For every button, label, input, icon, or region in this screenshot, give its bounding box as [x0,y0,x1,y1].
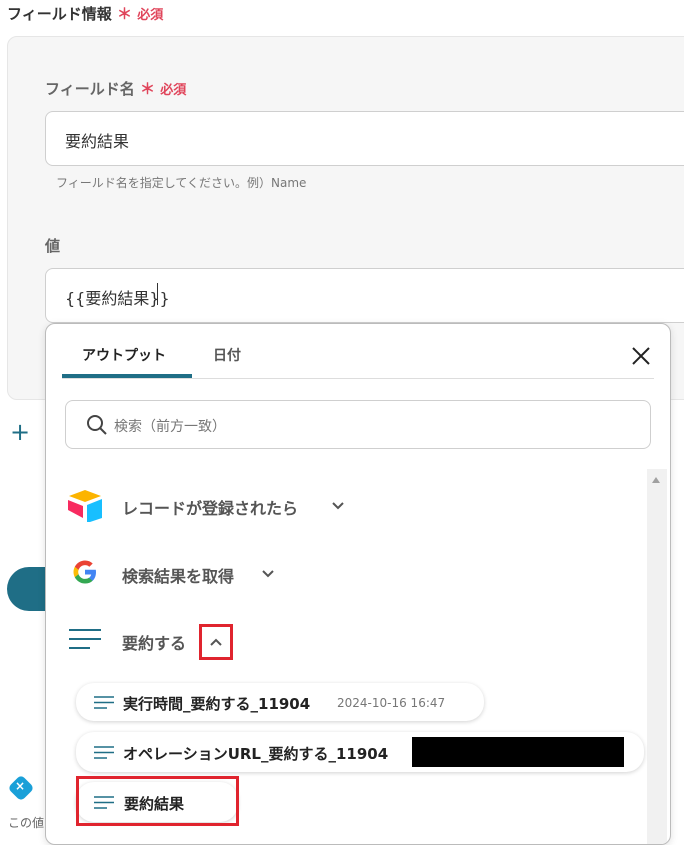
search-icon [87,415,107,435]
required-text: 必須 [137,8,164,23]
app-logo-glyph: × [15,779,26,793]
value-input[interactable]: {{要約結果}} [45,268,684,323]
close-icon[interactable] [630,345,652,367]
airtable-logo-icon [68,490,102,522]
lines-icon [94,746,114,759]
item-meta: 2024-10-16 16:47 [337,696,446,710]
tab-output[interactable]: アウトプット [82,345,166,365]
variable-dropdown: アウトプット 日付 検索（前方一致） レコードが登録されたら 検索結果を取得 要… [45,323,671,845]
field-name-label: フィールド名 ＊ 必須 [45,78,186,99]
highlight-box [76,776,239,826]
lines-icon [69,629,101,649]
google-logo-icon [73,560,96,584]
scroll-up-arrow-icon[interactable] [652,477,660,483]
group-label-summarize[interactable]: 要約する [122,630,186,654]
chevron-down-icon[interactable] [261,569,275,579]
section-title-text: フィールド情報 [7,5,112,23]
text-cursor [157,283,158,305]
required-mark: ＊ [116,5,132,23]
field-name-value: 要約結果 [65,132,130,151]
search-input[interactable]: 検索（前方一致） [65,400,651,449]
item-label: オペレーションURL_要約する_11904 [123,745,389,763]
group-label-record[interactable]: レコードが登録されたら [122,495,298,519]
list-item[interactable]: 実行時間_要約する_11904 2024-10-16 16:47 [76,683,484,721]
group-label-search-result[interactable]: 検索結果を取得 [122,563,234,587]
required-text: 必須 [160,83,187,98]
tab-divider [62,378,654,379]
search-placeholder: 検索（前方一致） [114,419,226,435]
item-label: 実行時間_要約する_11904 [123,695,311,713]
redacted-block [412,737,624,767]
required-mark: ＊ [139,80,155,98]
lines-icon [94,696,114,709]
value-label: 値 [45,237,61,255]
chevron-up-icon[interactable] [209,637,223,647]
value-input-text: {{要約結果}} [65,289,170,308]
field-name-hint: フィールド名を指定してください。例）Name [56,176,307,190]
bottom-text: この値 [8,816,45,830]
chevron-down-icon[interactable] [331,501,345,511]
field-name-input[interactable]: 要約結果 [45,111,684,166]
tab-date[interactable]: 日付 [213,345,241,365]
section-title: フィールド情報 ＊ 必須 [7,3,163,24]
field-name-label-text: フィールド名 [45,80,135,98]
list-item[interactable]: オペレーションURL_要約する_11904 [76,732,644,772]
scrollbar[interactable] [647,469,667,844]
add-field-plus-icon[interactable]: + [10,418,30,446]
